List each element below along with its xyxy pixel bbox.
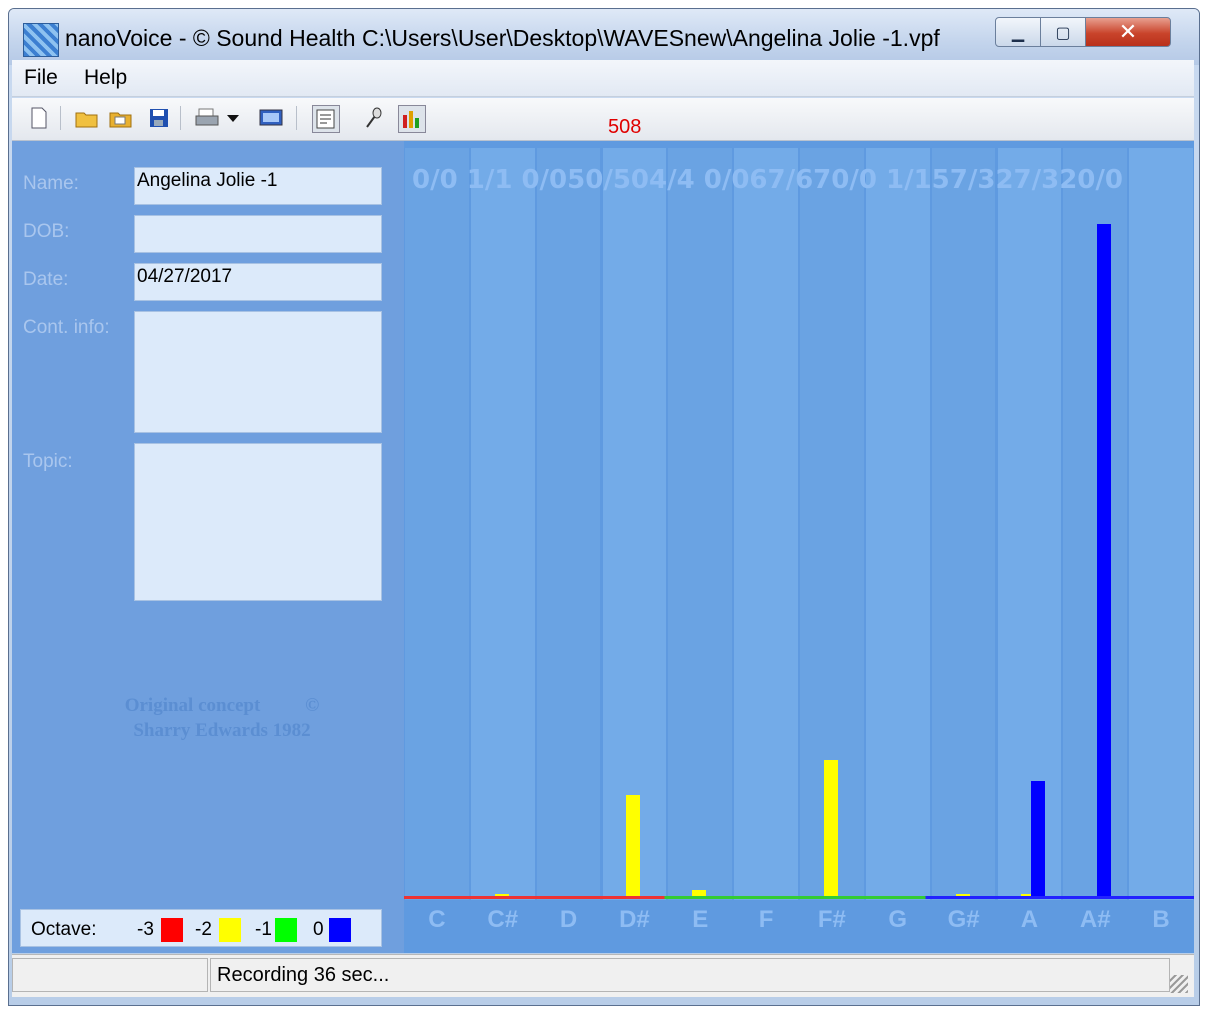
note-histogram: [404, 141, 1194, 953]
octave-num-0: 0: [313, 919, 324, 940]
note-column-asharp: [1063, 148, 1128, 900]
octave-num-m1: -1: [255, 919, 272, 940]
octave-swatch-0: [329, 918, 351, 942]
dob-field[interactable]: [134, 215, 382, 253]
date-label: Date:: [23, 269, 69, 290]
note-column-dsharp: [602, 148, 667, 900]
resize-grip-icon[interactable]: [1170, 975, 1188, 993]
minimize-icon: ▁: [1011, 22, 1025, 42]
print-icon[interactable]: [194, 105, 220, 131]
note-column-d: [536, 148, 601, 900]
watermark: Original concept © Sharry Edwards 1982: [72, 693, 372, 743]
note-column-e: [668, 148, 733, 900]
app-icon[interactable]: [23, 23, 59, 57]
note-label: F: [758, 906, 774, 933]
topic-label: Topic:: [23, 451, 73, 472]
report-icon[interactable]: [312, 105, 340, 133]
note-bar: [1031, 780, 1046, 898]
maximize-icon: ▢: [1055, 22, 1071, 42]
octave-num-m3: -3: [137, 919, 154, 940]
chart-baseline: [404, 896, 1194, 899]
note-column-g: [865, 148, 930, 900]
watermark-line2: Sharry Edwards 1982: [133, 720, 311, 741]
note-column-a: [997, 148, 1062, 900]
title-bar: nanoVoice - © Sound Health C:\Users\User…: [9, 9, 1199, 65]
octave-swatch-m2: [219, 918, 241, 942]
octave-legend: Octave: -3 -2 -1 0: [20, 909, 382, 947]
dob-label: DOB:: [23, 221, 70, 242]
note-column-gsharp: [931, 148, 996, 900]
topic-field[interactable]: [134, 443, 382, 601]
status-bar: Recording 36 sec...: [12, 954, 1194, 997]
note-label: F#: [817, 906, 846, 933]
note-label: G: [888, 906, 908, 933]
note-bar: [1097, 224, 1112, 898]
note-label: D#: [619, 906, 650, 933]
note-column-c: [405, 148, 469, 900]
minimize-button[interactable]: ▁: [995, 17, 1041, 47]
maximize-button[interactable]: ▢: [1040, 17, 1086, 47]
note-label: A#: [1079, 906, 1111, 933]
screen-icon[interactable]: [258, 105, 284, 131]
note-label: E: [692, 906, 709, 933]
menu-bar: File Help: [12, 60, 1194, 97]
close-button[interactable]: ✕: [1085, 17, 1171, 47]
note-label: D: [559, 906, 578, 933]
open-recent-icon[interactable]: [108, 105, 134, 131]
sample-counter: 508: [608, 116, 642, 138]
dropdown-arrow-icon[interactable]: [224, 105, 242, 131]
microphone-icon[interactable]: [360, 105, 386, 131]
note-column-csharp: [470, 148, 535, 900]
watermark-line1: Original concept: [124, 695, 261, 716]
status-left: [12, 958, 208, 992]
note-label: G#: [947, 906, 980, 933]
date-field[interactable]: 04/27/2017: [134, 263, 382, 301]
octave-swatch-m1: [275, 918, 297, 942]
note-label: C: [428, 906, 446, 933]
contact-info-label: Cont. info:: [23, 317, 110, 338]
note-label: C#: [487, 906, 519, 933]
octave-label: Octave:: [31, 919, 97, 940]
bar-chart-icon[interactable]: [398, 105, 426, 133]
note-bar: [626, 794, 641, 898]
note-column-b: [1129, 148, 1193, 900]
top-count-labels: 0/0 1/1 0/050/504/4 0/067/670/0 1/157/32…: [412, 165, 1123, 195]
menu-file[interactable]: File: [24, 66, 58, 90]
patient-info-panel: Name: Angelina Jolie -1 DOB: Date: 04/27…: [12, 141, 404, 953]
menu-help[interactable]: Help: [84, 66, 127, 90]
copyright-symbol: ©: [305, 695, 320, 716]
note-bar: [823, 759, 838, 898]
note-label: A: [1020, 906, 1039, 933]
status-text: Recording 36 sec...: [210, 958, 1170, 992]
note-label: B: [1152, 906, 1170, 933]
toolbar: 508: [12, 98, 1194, 141]
octave-swatch-m3: [161, 918, 183, 942]
save-icon[interactable]: [146, 105, 172, 131]
open-folder-icon[interactable]: [74, 105, 100, 131]
contact-info-field[interactable]: [134, 311, 382, 433]
octave-num-m2: -2: [195, 919, 212, 940]
name-field[interactable]: Angelina Jolie -1: [134, 167, 382, 205]
close-icon: ✕: [1118, 19, 1138, 45]
name-label: Name:: [23, 173, 79, 194]
note-column-f: [734, 148, 798, 900]
new-file-icon[interactable]: [26, 105, 52, 131]
window-title: nanoVoice - © Sound Health C:\Users\User…: [65, 25, 940, 51]
